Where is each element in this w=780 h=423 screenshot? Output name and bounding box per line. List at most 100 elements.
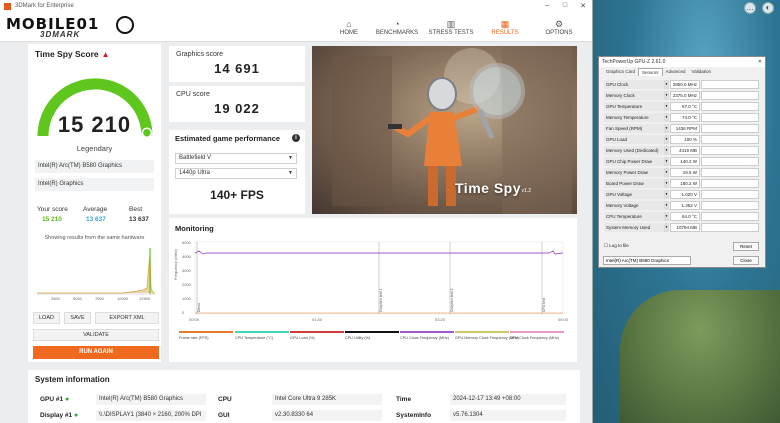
sensor-graph — [701, 91, 759, 100]
sensor-name: Board Power Draw — [604, 179, 664, 188]
gpuz-sensor-row: GPU Temperature ▼ 67.0 °C — [602, 101, 762, 112]
estimated-performance-card: Estimated game performance i Battlefield… — [169, 130, 305, 214]
systeminfo-label: SystemInfo — [396, 412, 432, 419]
score-card: Time Spy Score ▲ 15 210 Legendary Intel(R… — [28, 44, 161, 362]
log-to-file-checkbox[interactable]: ☐ Log to file — [604, 243, 629, 249]
gpuz-tab-sensors[interactable]: Sensors — [638, 68, 663, 76]
sensor-dropdown-icon[interactable]: ▼ — [664, 201, 669, 210]
gpuz-sensor-list: GPU Clock ▼ 2850.0 MHz Memory Clock ▼ 2375.0 … — [602, 79, 762, 233]
legend-label: GPU Load (%) — [290, 336, 315, 340]
x-tick-label: 01:40 — [312, 317, 323, 322]
chat-icon[interactable]: … — [744, 2, 756, 14]
nav-label: OPTIONS — [545, 30, 573, 36]
sensor-name: Memory Used (Dedicated) — [604, 146, 664, 155]
sensor-graph — [701, 179, 759, 188]
validate-button[interactable]: VALIDATE — [33, 329, 159, 341]
hero-version: v1.2 — [521, 188, 531, 194]
gpuz-title: TechPowerUp GPU-Z 2.61.0 — [602, 59, 666, 65]
sensor-dropdown-icon[interactable]: ▼ — [664, 80, 669, 89]
sensor-dropdown-icon[interactable]: ▼ — [664, 102, 669, 111]
sensor-dropdown-icon[interactable]: ▼ — [664, 190, 669, 199]
sensor-dropdown-icon[interactable]: ▼ — [664, 135, 669, 144]
time-value: 2024-12-17 13:49 +08:00 — [450, 394, 566, 405]
sensor-value: 2375.0 MHz — [670, 91, 700, 100]
fps-estimate: 140+ FPS — [210, 188, 264, 202]
sensor-dropdown-icon[interactable]: ▼ — [664, 91, 669, 100]
gpuz-tab-validation[interactable]: Validation — [689, 68, 714, 76]
sensor-graph — [701, 157, 759, 166]
legend-swatch — [510, 331, 564, 333]
your-score-label: Your score — [37, 206, 68, 213]
run-again-button[interactable]: RUN AGAIN — [33, 346, 159, 359]
gpuz-tabs: Graphics Card Sensors Advanced Validation — [599, 67, 765, 76]
minimize-button[interactable]: – — [538, 2, 556, 10]
home-icon: ⌂ — [346, 19, 352, 29]
nav-results[interactable]: ▦ RESULTS — [478, 17, 532, 36]
x-tick-label: 05:00 — [558, 317, 569, 322]
histogram-caption: Showing results from the same hardware — [44, 235, 145, 241]
gauge-icon: ◔ — [394, 19, 400, 29]
sensor-dropdown-icon[interactable]: ▼ — [664, 157, 669, 166]
systeminfo-value: v5.76.1304 — [450, 410, 566, 421]
gpuz-close-button[interactable]: Close — [733, 256, 759, 265]
check-icon: ● — [73, 412, 79, 419]
desktop-wallpaper-land — [620, 290, 780, 423]
info-icon[interactable]: i — [292, 134, 300, 142]
export-xml-button[interactable]: EXPORT XML — [95, 312, 159, 324]
sensor-graph — [701, 146, 759, 155]
gpuz-sensor-row: GPU Chip Power Draw ▼ 140.2 W — [602, 156, 762, 167]
sensor-name: GPU Temperature — [604, 102, 664, 111]
sensor-graph — [701, 102, 759, 111]
sensor-value: 74.0 °C — [670, 113, 700, 122]
gpuz-close-icon[interactable]: ✕ — [758, 57, 762, 67]
graphics-score-label: Graphics score — [176, 51, 224, 58]
best-label: Best — [129, 206, 143, 213]
nav-benchmarks[interactable]: ◔ BENCHMARKS — [370, 17, 424, 36]
warning-icon[interactable]: ▲ — [102, 50, 110, 59]
maximize-button[interactable]: □ — [556, 2, 574, 10]
copilot-icon[interactable]: ◐ — [762, 2, 774, 14]
check-icon: ● — [64, 396, 70, 403]
y-tick-label: 5000 — [182, 240, 192, 245]
legend-label: CPU Temperature (°C) — [235, 336, 274, 340]
nav-options[interactable]: ⚙ OPTIONS — [532, 17, 586, 36]
sensor-dropdown-icon[interactable]: ▼ — [664, 179, 669, 188]
gpuz-sensor-row: CPU Temperature ▼ 64.0 °C — [602, 211, 762, 222]
sensor-dropdown-icon[interactable]: ▼ — [664, 168, 669, 177]
sensor-dropdown-icon[interactable]: ▼ — [664, 113, 669, 122]
window-title: 3DMark for Enterprise — [15, 3, 74, 9]
sensor-dropdown-icon[interactable]: ▼ — [664, 124, 669, 133]
score-title: Time Spy Score ▲ — [35, 49, 110, 59]
sensor-name: System Memory Used — [604, 223, 664, 232]
preset-select-value: 1440p Ultra — [179, 170, 211, 176]
system-info-card: System information GPU #1 ● Intel(R) Arc… — [28, 370, 580, 423]
nav-stress-tests[interactable]: ▥ STRESS TESTS — [424, 17, 478, 36]
legend-swatch — [345, 331, 399, 333]
gui-value: v2.30.8330 64 — [272, 410, 382, 421]
sensor-name: GPU Load — [604, 135, 664, 144]
gpuz-device-select[interactable]: Intel(R) Arc(TM) B580 Graphics — [603, 256, 691, 265]
gpu-name: Intel(R) Arc(TM) B580 Graphics — [35, 160, 154, 173]
load-button[interactable]: LOAD — [33, 312, 60, 324]
save-button[interactable]: SAVE — [64, 312, 91, 324]
sensor-dropdown-icon[interactable]: ▼ — [664, 212, 669, 221]
preset-select[interactable]: 1440p Ultra ▼ — [175, 168, 297, 179]
sensor-dropdown-icon[interactable]: ▼ — [664, 223, 669, 232]
sensor-name: Memory Temperature — [604, 113, 664, 122]
sensor-dropdown-icon[interactable]: ▼ — [664, 146, 669, 155]
gpuz-window: TechPowerUp GPU-Z 2.61.0 ✕ Graphics Card… — [598, 56, 766, 268]
sensor-name: Fan Speed (RPM) — [604, 124, 664, 133]
best-value: 13 637 — [129, 216, 149, 223]
gpuz-tab-advanced[interactable]: Advanced — [663, 68, 689, 76]
y-tick-label: 1000 — [182, 296, 192, 301]
sensor-graph — [701, 113, 759, 122]
gpuz-tab-graphics-card[interactable]: Graphics Card — [603, 68, 638, 76]
owl-logo-icon — [116, 15, 134, 34]
histogram-tick-label: 7500 — [95, 296, 105, 301]
nav-home[interactable]: ⌂ HOME — [328, 17, 370, 36]
gpuz-sensor-row: GPU Load ▼ 100 % — [602, 134, 762, 145]
sensor-graph — [701, 80, 759, 89]
game-select[interactable]: Battlefield V ▼ — [175, 153, 297, 164]
gpuz-reset-button[interactable]: Reset — [733, 242, 759, 251]
close-button[interactable]: ✕ — [574, 2, 592, 10]
